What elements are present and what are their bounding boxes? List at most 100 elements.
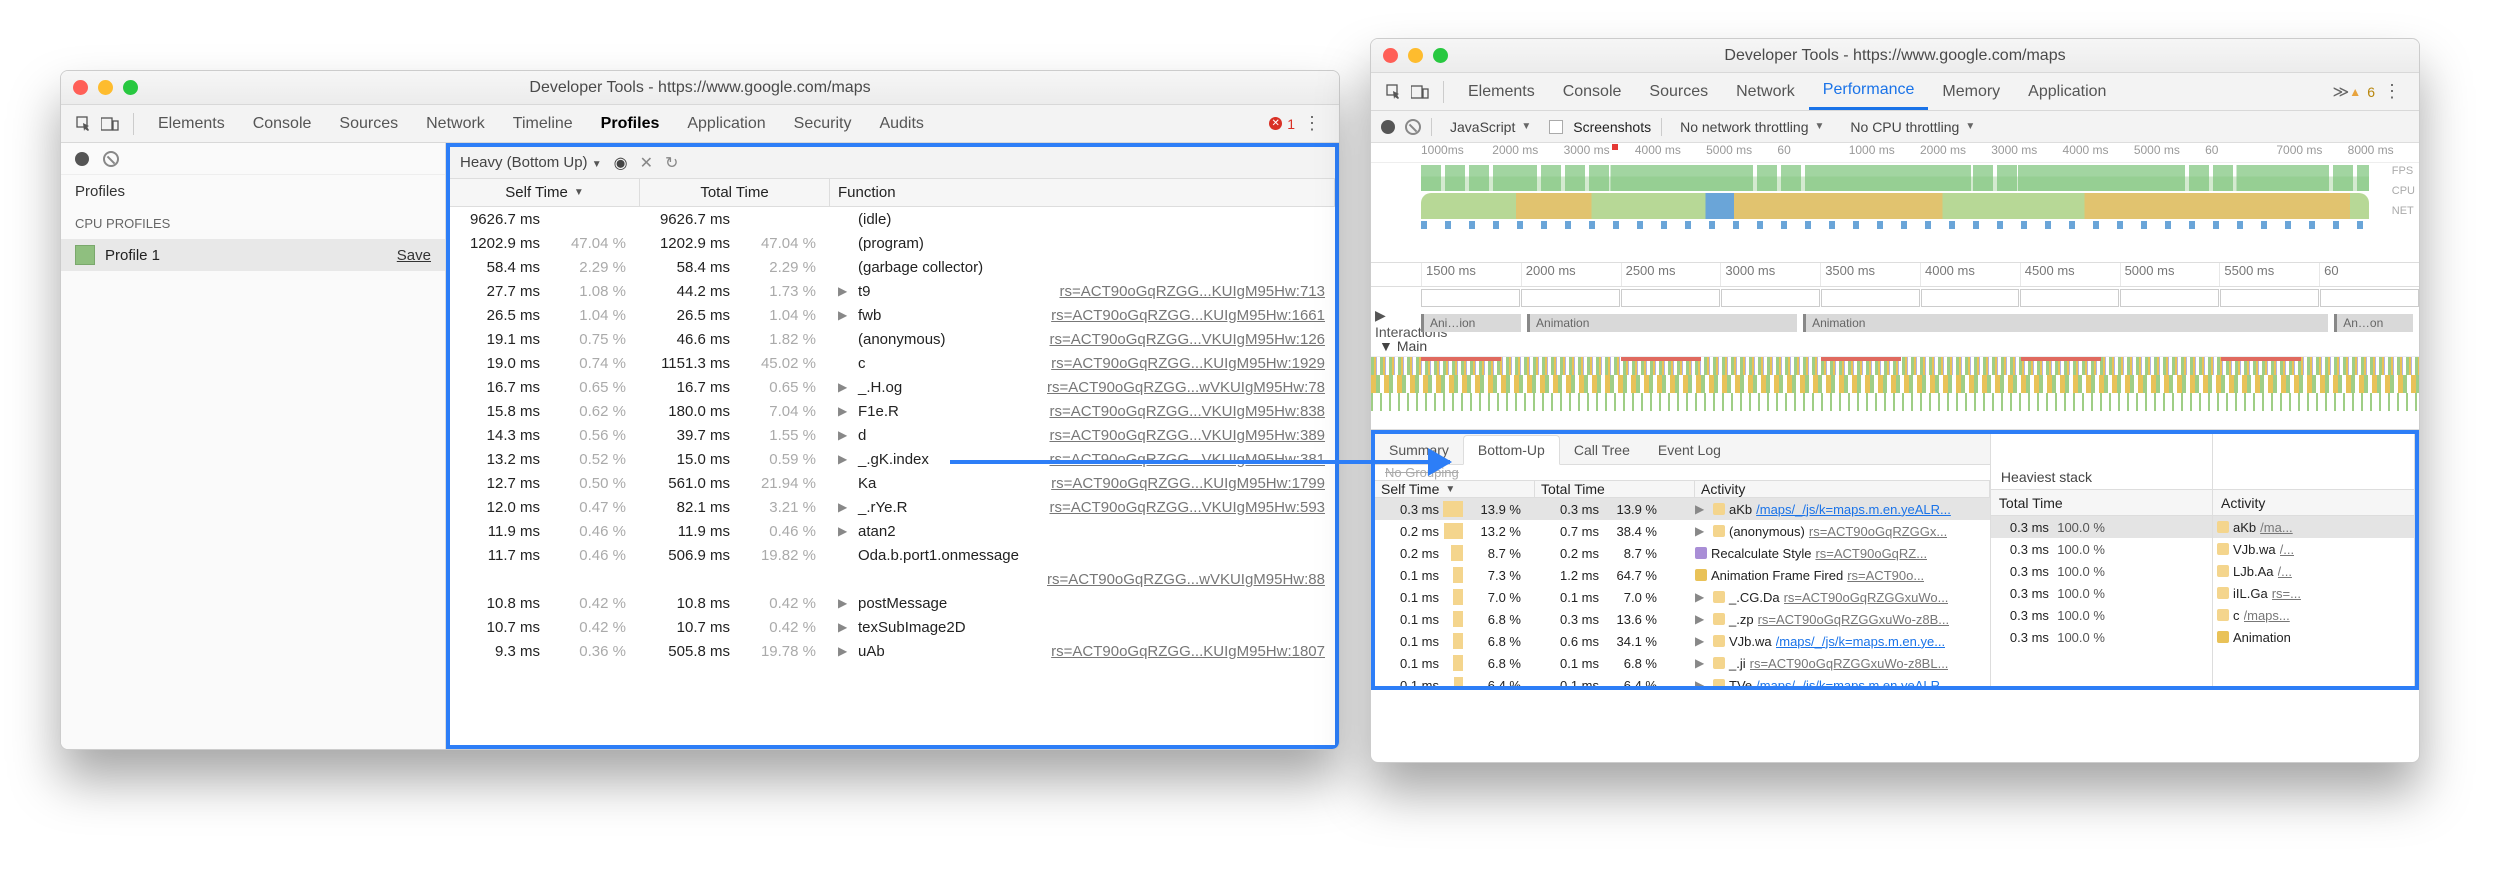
- bu-row[interactable]: 0.1 ms6.8 %0.1 ms6.8 %▶_.ji rs=ACT90oGqR…: [1375, 652, 1990, 674]
- animation-block[interactable]: An…on: [2334, 314, 2413, 332]
- source-link[interactable]: rs=ACT90o...: [1847, 568, 1924, 583]
- header-function[interactable]: Function: [830, 179, 1335, 206]
- kebab-menu-icon[interactable]: ⋮: [2375, 81, 2409, 102]
- header-total-time[interactable]: Total Time: [640, 179, 830, 206]
- timeline-ruler[interactable]: 1500 ms2000 ms2500 ms3000 ms3500 ms4000 …: [1371, 263, 2419, 287]
- screenshots-checkbox[interactable]: [1549, 120, 1563, 134]
- tab-console[interactable]: Console: [239, 105, 326, 142]
- inspect-icon[interactable]: [1381, 79, 1407, 105]
- profile-row[interactable]: 27.7 ms1.08 %44.2 ms1.73 %▶t9rs=ACT90oGq…: [450, 279, 1335, 303]
- details-tab-call-tree[interactable]: Call Tree: [1560, 436, 1644, 464]
- tab-console[interactable]: Console: [1549, 73, 1636, 110]
- profile-row[interactable]: 11.9 ms0.46 %11.9 ms0.46 %▶atan2: [450, 519, 1335, 543]
- clear-icon[interactable]: [103, 151, 119, 167]
- tab-performance[interactable]: Performance: [1809, 73, 1929, 110]
- network-throttle-selector[interactable]: No network throttling▼: [1672, 111, 1832, 142]
- hs-row[interactable]: aKb /ma...: [2213, 516, 2414, 538]
- source-link[interactable]: /maps/_/js/k=maps.m.en.yeALR...: [1756, 678, 1951, 687]
- profile-row[interactable]: 12.7 ms0.50 %561.0 ms21.94 %Kars=ACT90oG…: [450, 471, 1335, 495]
- source-link[interactable]: rs=ACT90oGqRZGG...wVKUIgM95Hw:88: [1047, 571, 1335, 588]
- profile-row[interactable]: 9626.7 ms9626.7 ms(idle): [450, 207, 1335, 231]
- bu-row[interactable]: 0.1 ms6.8 %0.6 ms34.1 %▶VJb.wa /maps/_/j…: [1375, 630, 1990, 652]
- focus-icon[interactable]: ◉: [614, 153, 628, 173]
- tab-application[interactable]: Application: [673, 105, 779, 142]
- hs-header-activity[interactable]: Activity: [2213, 490, 2414, 516]
- flame-chart[interactable]: [1371, 357, 2419, 427]
- tab-security[interactable]: Security: [780, 105, 866, 142]
- source-link[interactable]: rs=ACT90oGqRZGG...VKUIgM95Hw:838: [1049, 403, 1335, 420]
- cpu-throttle-selector[interactable]: No CPU throttling▼: [1842, 111, 1983, 142]
- save-link[interactable]: Save: [397, 247, 431, 264]
- profile-row[interactable]: rs=ACT90oGqRZGG...wVKUIgM95Hw:88: [450, 567, 1335, 591]
- tab-profiles[interactable]: Profiles: [587, 105, 674, 142]
- warning-badge[interactable]: ▲ 6: [2349, 84, 2375, 100]
- tab-elements[interactable]: Elements: [144, 105, 239, 142]
- profile-row[interactable]: 19.1 ms0.75 %46.6 ms1.82 %(anonymous)rs=…: [450, 327, 1335, 351]
- hs-row[interactable]: 0.3 ms100.0 %: [1991, 582, 2212, 604]
- source-link[interactable]: rs=ACT90oGqRZGG...VKUIgM95Hw:126: [1049, 331, 1335, 348]
- source-link[interactable]: rs=ACT90oGqRZGG...KUIgM95Hw:1807: [1051, 643, 1335, 660]
- tab-timeline[interactable]: Timeline: [499, 105, 587, 142]
- profile-row[interactable]: 19.0 ms0.74 %1151.3 ms45.02 %crs=ACT90oG…: [450, 351, 1335, 375]
- hs-row[interactable]: c /maps...: [2213, 604, 2414, 626]
- minimize-dot[interactable]: [1408, 48, 1423, 63]
- view-selector[interactable]: Heavy (Bottom Up) ▼: [460, 154, 602, 171]
- source-link[interactable]: rs=ACT90oGqRZGG...VKUIgM95Hw:389: [1049, 427, 1335, 444]
- bu-row[interactable]: 0.1 ms6.4 %0.1 ms6.4 %▶TVe /maps/_/js/k=…: [1375, 674, 1990, 686]
- tab-memory[interactable]: Memory: [1928, 73, 2014, 110]
- source-link[interactable]: rs=ACT90oGqRZGGxuWo-z8B...: [1758, 612, 1950, 627]
- profile-row[interactable]: 13.2 ms0.52 %15.0 ms0.59 %▶_.gK.indexrs=…: [450, 447, 1335, 471]
- zoom-dot[interactable]: [123, 80, 138, 95]
- tab-audits[interactable]: Audits: [865, 105, 937, 142]
- bu-row[interactable]: 0.2 ms13.2 %0.7 ms38.4 %▶(anonymous) rs=…: [1375, 520, 1990, 542]
- bu-row[interactable]: 0.3 ms13.9 %0.3 ms13.9 %▶aKb /maps/_/js/…: [1375, 498, 1990, 520]
- tab-network[interactable]: Network: [412, 105, 499, 142]
- source-link[interactable]: rs=ACT90oGqRZGG...KUIgM95Hw:713: [1059, 283, 1335, 300]
- inspect-icon[interactable]: [71, 111, 97, 137]
- source-link[interactable]: /maps...: [2244, 608, 2290, 623]
- source-link[interactable]: rs=ACT90oGqRZGGx...: [1809, 524, 1947, 539]
- bu-header-activity[interactable]: Activity: [1695, 481, 1990, 497]
- clear-icon[interactable]: [1405, 119, 1421, 135]
- source-link[interactable]: /...: [2280, 542, 2294, 557]
- bu-row[interactable]: 0.1 ms7.0 %0.1 ms7.0 %▶_.CG.Da rs=ACT90o…: [1375, 586, 1990, 608]
- source-link[interactable]: rs=ACT90oGqRZGG...wVKUIgM95Hw:78: [1047, 379, 1335, 396]
- source-link[interactable]: rs=ACT90oGqRZ...: [1815, 546, 1927, 561]
- more-tabs-icon[interactable]: ≫: [2332, 82, 2349, 102]
- hs-row[interactable]: 0.3 ms100.0 %: [1991, 516, 2212, 538]
- profile-row[interactable]: 58.4 ms2.29 %58.4 ms2.29 %(garbage colle…: [450, 255, 1335, 279]
- close-dot[interactable]: [1383, 48, 1398, 63]
- hs-header-total[interactable]: Total Time: [1991, 490, 2212, 516]
- profile-row[interactable]: 10.8 ms0.42 %10.8 ms0.42 %▶postMessage: [450, 591, 1335, 615]
- tab-application[interactable]: Application: [2014, 73, 2120, 110]
- minimize-dot[interactable]: [98, 80, 113, 95]
- hs-row[interactable]: Animation: [2213, 626, 2414, 648]
- tab-sources[interactable]: Sources: [325, 105, 412, 142]
- main-track-header[interactable]: ▼ Main: [1371, 335, 2419, 357]
- header-self-time[interactable]: Self Time▼: [450, 179, 640, 206]
- details-tab-bottom-up[interactable]: Bottom-Up: [1463, 435, 1560, 465]
- source-link[interactable]: /maps/_/js/k=maps.m.en.ye...: [1776, 634, 1945, 649]
- profile-row[interactable]: 10.7 ms0.42 %10.7 ms0.42 %▶texSubImage2D: [450, 615, 1335, 639]
- refresh-icon[interactable]: ↻: [665, 153, 678, 173]
- hs-row[interactable]: 0.3 ms100.0 %: [1991, 604, 2212, 626]
- bu-header-total[interactable]: Total Time: [1535, 481, 1695, 497]
- grouping-selector[interactable]: No Grouping: [1375, 465, 1990, 480]
- profile-row[interactable]: 9.3 ms0.36 %505.8 ms19.78 %▶uAbrs=ACT90o…: [450, 639, 1335, 663]
- tab-elements[interactable]: Elements: [1454, 73, 1549, 110]
- details-tab-event-log[interactable]: Event Log: [1644, 436, 1735, 464]
- close-dot[interactable]: [73, 80, 88, 95]
- error-badge[interactable]: ✕ 1: [1269, 116, 1295, 132]
- kebab-menu-icon[interactable]: ⋮: [1295, 113, 1329, 134]
- source-link[interactable]: rs=ACT90oGqRZGG...KUIgM95Hw:1661: [1051, 307, 1335, 324]
- hs-row[interactable]: iIL.Ga rs=...: [2213, 582, 2414, 604]
- animation-block[interactable]: Animation: [1527, 314, 1797, 332]
- source-link[interactable]: /ma...: [2260, 520, 2293, 535]
- bu-row[interactable]: 0.2 ms8.7 %0.2 ms8.7 %Recalculate Style …: [1375, 542, 1990, 564]
- profile-row[interactable]: 16.7 ms0.65 %16.7 ms0.65 %▶_.H.ogrs=ACT9…: [450, 375, 1335, 399]
- device-icon[interactable]: [97, 111, 123, 137]
- animation-block[interactable]: Ani…ion: [1421, 314, 1521, 332]
- bu-row[interactable]: 0.1 ms6.8 %0.3 ms13.6 %▶_.zp rs=ACT90oGq…: [1375, 608, 1990, 630]
- source-link[interactable]: /maps/_/js/k=maps.m.en.yeALR...: [1756, 502, 1951, 517]
- source-link[interactable]: /...: [2278, 564, 2292, 579]
